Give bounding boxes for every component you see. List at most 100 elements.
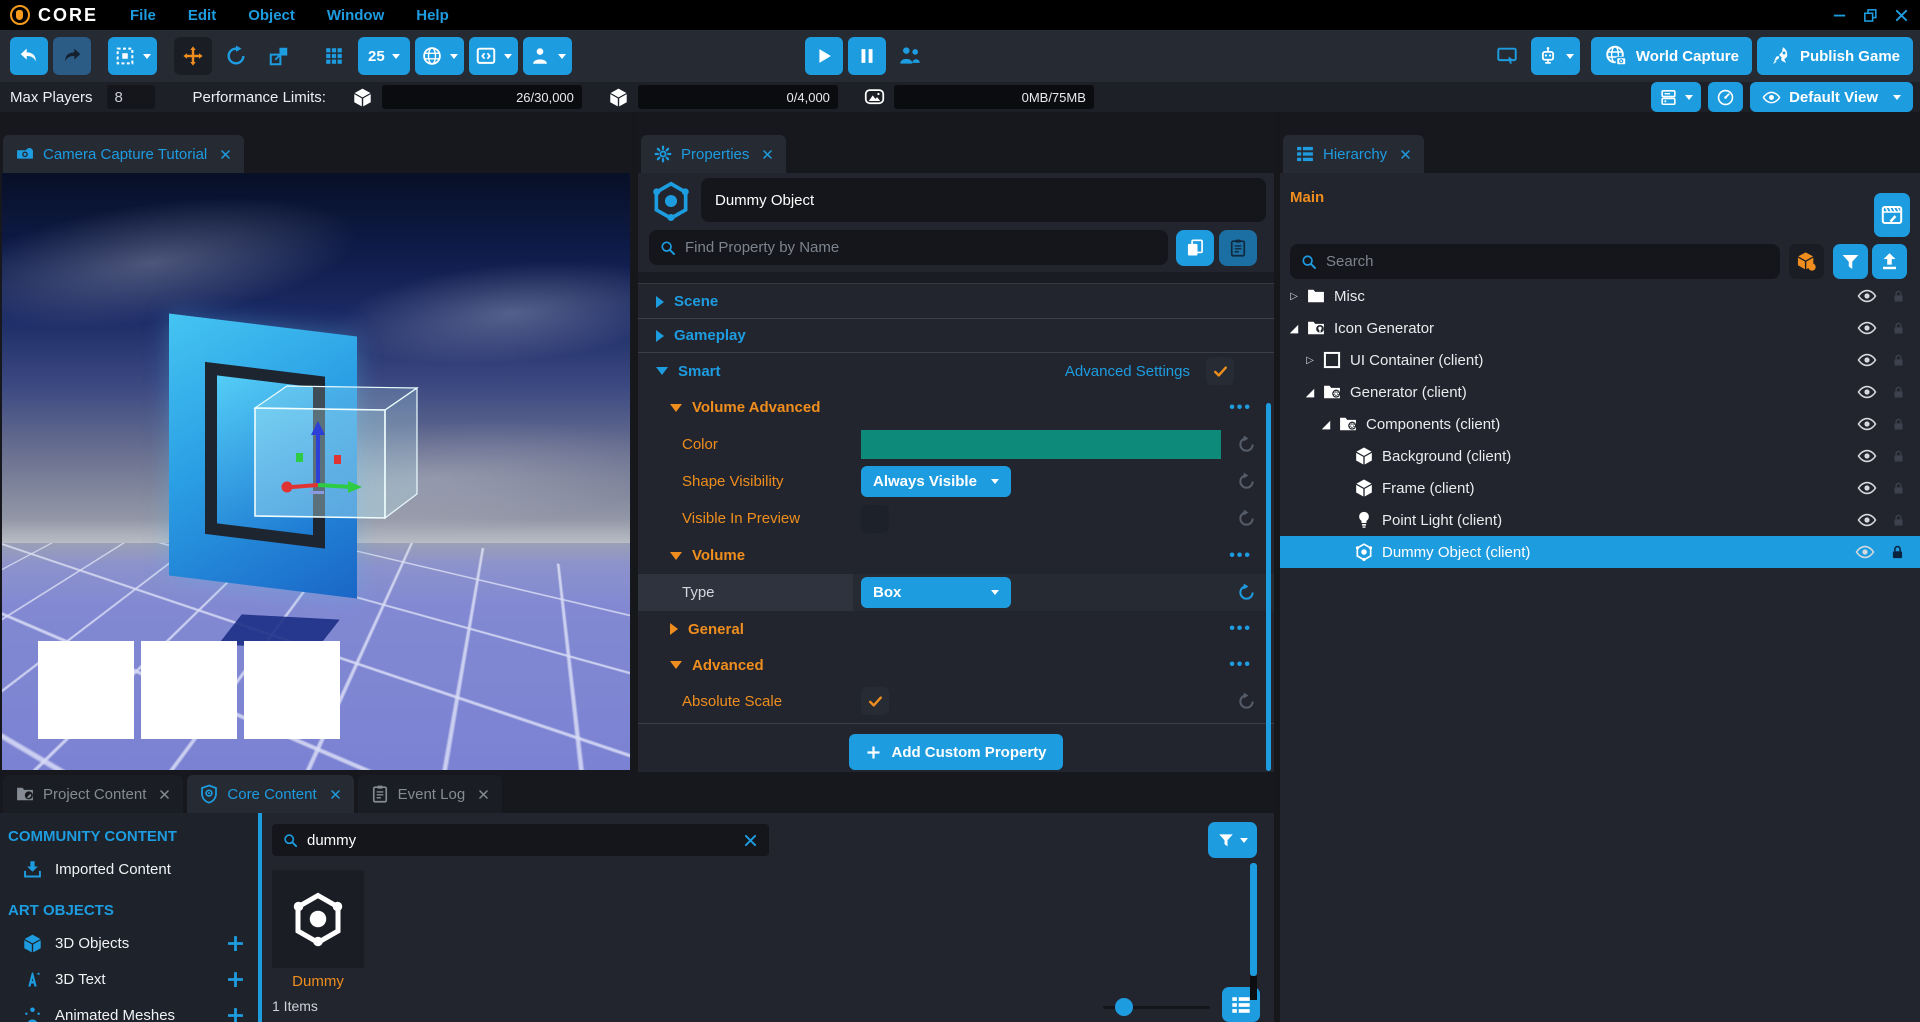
tab-hierarchy[interactable]: Hierarchy — [1283, 135, 1424, 173]
more-options-icon[interactable]: ••• — [1229, 620, 1252, 638]
collapse-all-button[interactable] — [1872, 244, 1907, 279]
translation-gizmo[interactable] — [272, 413, 382, 505]
play-button[interactable] — [805, 37, 843, 75]
properties-scrollbar[interactable] — [1266, 403, 1271, 771]
hierarchy-search-input[interactable] — [1326, 253, 1770, 270]
group-general[interactable]: General••• — [638, 611, 1274, 647]
lock-icon[interactable] — [1891, 385, 1906, 400]
tab-event-log[interactable]: Event Log — [358, 775, 503, 813]
sidebar-item-3d-text[interactable]: 3D Text — [0, 961, 258, 997]
menu-window[interactable]: Window — [327, 7, 384, 24]
sidebar-item-animated-meshes[interactable]: Animated Meshes — [0, 997, 258, 1022]
expand-arrow-icon[interactable]: ◢ — [1286, 322, 1302, 335]
object-name-field[interactable] — [701, 178, 1266, 222]
more-options-icon[interactable]: ••• — [1229, 656, 1252, 674]
lock-icon[interactable] — [1891, 353, 1906, 368]
content-filter-dropdown[interactable] — [1208, 822, 1257, 858]
menu-edit[interactable]: Edit — [188, 7, 216, 24]
reset-icon[interactable] — [1237, 692, 1256, 711]
visibility-eye-icon[interactable] — [1857, 414, 1877, 434]
networked-objects-button[interactable] — [1789, 244, 1824, 279]
hierarchy-item-frame-client-[interactable]: Frame (client) — [1280, 472, 1920, 504]
sidebar-item-imported-content[interactable]: Imported Content — [0, 851, 258, 887]
tab-project-content[interactable]: Project Content — [3, 775, 183, 813]
slider-knob[interactable] — [1115, 998, 1133, 1016]
rotate-tool-button[interactable] — [217, 37, 255, 75]
expand-arrow-icon[interactable]: ▷ — [1286, 291, 1302, 302]
viewport-3d-scene[interactable] — [2, 173, 630, 770]
hierarchy-item-dummy-object-client-[interactable]: Dummy Object (client) — [1280, 536, 1920, 568]
group-volume-advanced[interactable]: Volume Advanced••• — [638, 389, 1274, 426]
bot-dropdown[interactable] — [1531, 37, 1580, 75]
lock-icon[interactable] — [1891, 289, 1906, 304]
reset-icon[interactable] — [1237, 472, 1256, 491]
scale-tool-button[interactable] — [260, 37, 298, 75]
player-settings-dropdown[interactable] — [523, 37, 572, 75]
lock-icon[interactable] — [1891, 417, 1906, 432]
close-icon[interactable] — [1893, 7, 1910, 24]
sidebar-item-3d-objects[interactable]: 3D Objects — [0, 925, 258, 961]
add-plus-icon[interactable] — [225, 969, 246, 990]
scene-root-label[interactable]: Main — [1290, 189, 1324, 206]
restore-icon[interactable] — [1862, 7, 1879, 24]
hierarchy-filter-button[interactable] — [1833, 244, 1868, 279]
type-dropdown[interactable]: Box — [861, 577, 1011, 608]
asset-tile-dummy[interactable] — [272, 870, 364, 968]
content-scrollbar[interactable] — [1250, 863, 1257, 976]
close-tab-icon[interactable] — [329, 788, 342, 801]
visibility-eye-icon[interactable] — [1857, 350, 1877, 370]
preview-screen-button[interactable] — [1488, 37, 1526, 75]
lock-icon[interactable] — [1889, 544, 1906, 561]
section-scene[interactable]: Scene — [638, 285, 1274, 318]
lock-icon[interactable] — [1891, 449, 1906, 464]
grid-snap-button[interactable] — [315, 37, 353, 75]
tab-properties[interactable]: Properties — [641, 135, 786, 173]
tab-camera-capture-tutorial[interactable]: Camera Capture Tutorial — [3, 135, 244, 173]
group-advanced[interactable]: Advanced••• — [638, 647, 1274, 683]
visibility-eye-icon[interactable] — [1857, 478, 1877, 498]
absolute-scale-checkbox[interactable] — [861, 687, 889, 715]
close-tab-icon[interactable] — [219, 148, 232, 161]
performance-gauge-button[interactable] — [1708, 82, 1743, 112]
visibility-eye-icon[interactable] — [1855, 542, 1875, 562]
world-capture-button[interactable]: World Capture — [1591, 37, 1752, 75]
close-tab-icon[interactable] — [1399, 148, 1412, 161]
expand-arrow-icon[interactable]: ▷ — [1302, 355, 1318, 366]
grid-size-dropdown[interactable]: 25 — [358, 37, 410, 75]
paste-properties-button[interactable] — [1219, 230, 1257, 266]
expand-arrow-icon[interactable]: ◢ — [1302, 386, 1318, 399]
content-search-input[interactable] — [307, 832, 734, 849]
hierarchy-item-components-client-[interactable]: ◢Components (client) — [1280, 408, 1920, 440]
visibility-eye-icon[interactable] — [1857, 286, 1877, 306]
more-options-icon[interactable]: ••• — [1229, 547, 1252, 565]
lock-icon[interactable] — [1891, 481, 1906, 496]
save-dropdown[interactable] — [1651, 82, 1701, 112]
add-plus-icon[interactable] — [225, 1005, 246, 1022]
reset-icon[interactable] — [1237, 509, 1256, 528]
copy-properties-button[interactable] — [1176, 230, 1214, 266]
redo-button[interactable] — [53, 37, 91, 75]
visible-in-preview-checkbox[interactable] — [861, 505, 889, 533]
move-tool-button[interactable] — [174, 37, 212, 75]
color-swatch[interactable] — [861, 430, 1221, 459]
default-view-dropdown[interactable]: Default View — [1750, 82, 1913, 112]
lock-icon[interactable] — [1891, 513, 1906, 528]
more-options-icon[interactable]: ••• — [1229, 399, 1252, 417]
visibility-eye-icon[interactable] — [1857, 446, 1877, 466]
terrain-dropdown[interactable] — [415, 37, 464, 75]
reset-icon[interactable] — [1237, 435, 1256, 454]
selection-mode-dropdown[interactable] — [108, 37, 157, 75]
hierarchy-item-icon-generator[interactable]: ◢Icon Generator — [1280, 312, 1920, 344]
menu-file[interactable]: File — [130, 7, 156, 24]
menu-help[interactable]: Help — [416, 7, 449, 24]
hierarchy-item-generator-client-[interactable]: ◢Generator (client) — [1280, 376, 1920, 408]
advanced-settings-checkbox[interactable] — [1206, 357, 1234, 385]
add-custom-property-button[interactable]: Add Custom Property — [849, 734, 1063, 770]
close-tab-icon[interactable] — [477, 788, 490, 801]
hierarchy-item-point-light-client-[interactable]: Point Light (client) — [1280, 504, 1920, 536]
group-volume[interactable]: Volume••• — [638, 537, 1274, 574]
close-tab-icon[interactable] — [761, 148, 774, 161]
publish-game-button[interactable]: Publish Game — [1757, 37, 1913, 75]
script-dropdown[interactable] — [469, 37, 518, 75]
visibility-eye-icon[interactable] — [1857, 510, 1877, 530]
